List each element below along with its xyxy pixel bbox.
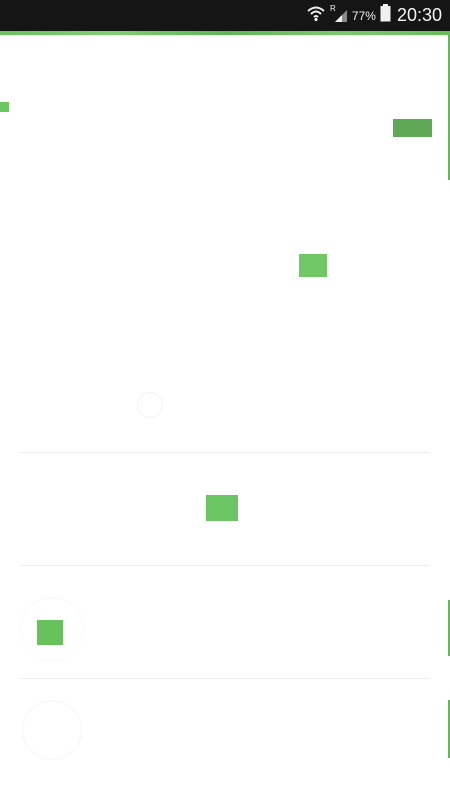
avatar-placeholder [22,700,82,760]
battery-icon [380,4,391,27]
header-action-button[interactable] [393,119,432,137]
loading-indicator [137,392,163,418]
divider [20,452,430,453]
status-icons: R 77% 20:30 [306,0,442,31]
divider [20,678,430,679]
status-bar: R 77% 20:30 [0,0,450,31]
green-badge[interactable] [37,620,63,645]
wifi-icon [306,4,326,27]
clock: 20:30 [396,5,442,25]
roaming-label: R [330,4,336,13]
battery-percentage: 77% [351,8,376,23]
divider [20,565,430,566]
green-badge[interactable] [206,495,238,521]
accent-strip [0,31,450,35]
left-marker [0,102,9,112]
green-badge[interactable] [299,254,327,277]
signal-roaming-icon: R [330,3,348,28]
